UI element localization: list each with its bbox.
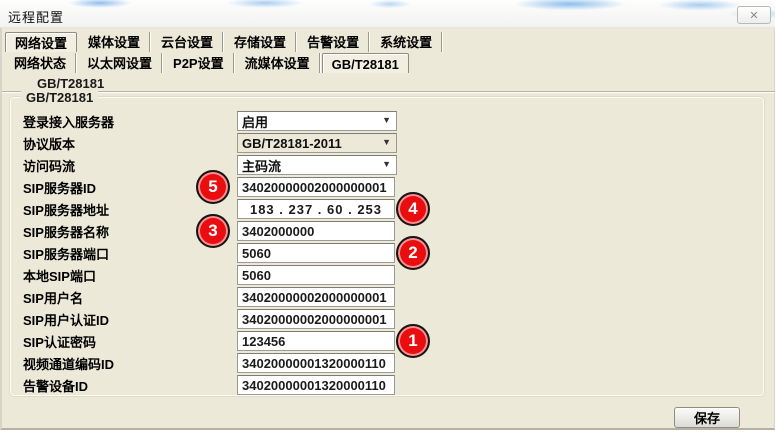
tab-network-status[interactable]: 网络状态 xyxy=(5,53,76,73)
sip-auth-password-input[interactable] xyxy=(237,331,395,351)
sip-user-auth-id-input[interactable] xyxy=(237,309,395,329)
breadcrumb: GB/T28181 xyxy=(37,76,104,91)
tab-gbt28181[interactable]: GB/T28181 xyxy=(322,53,409,73)
form-rows: 登录接入服务器 启用 ▼ 协议版本 GB/T28181-2011 ▼ 访问码流 xyxy=(11,111,763,397)
form-row: 登录接入服务器 启用 ▼ xyxy=(11,111,763,131)
field-label: 告警设备ID xyxy=(11,376,237,395)
title-bar: 远程配置 ✕ xyxy=(0,0,775,28)
tab-streaming-settings[interactable]: 流媒体设置 xyxy=(236,53,320,73)
field-label: 本地SIP端口 xyxy=(11,266,237,285)
tab-ethernet-settings[interactable]: 以太网设置 xyxy=(78,53,162,73)
protocol-version-select[interactable]: GB/T28181-2011 ▼ xyxy=(237,133,397,153)
form-row: SIP服务器名称 3 xyxy=(11,221,763,241)
tab-ptz-settings[interactable]: 云台设置 xyxy=(152,32,223,52)
field-label: SIP服务器端口 xyxy=(11,244,237,263)
field-label: SIP用户认证ID xyxy=(11,310,237,329)
secondary-tab-strip: 网络状态 以太网设置 P2P设置 流媒体设置 GB/T28181 xyxy=(5,53,411,73)
dialog-body: 网络设置 媒体设置 云台设置 存储设置 告警设置 系统设置 网络状态 以太网设置… xyxy=(0,28,775,430)
field-label: 协议版本 xyxy=(11,134,237,153)
sip-server-port-input[interactable] xyxy=(237,243,395,263)
annotation-badge-1: 1 xyxy=(396,324,430,358)
video-channel-encode-id-input[interactable] xyxy=(237,353,395,373)
groupbox-title: GB/T28181 xyxy=(21,90,98,105)
remote-config-window: 远程配置 ✕ 网络设置 媒体设置 云台设置 存储设置 告警设置 系统设置 网络状… xyxy=(0,0,775,434)
close-icon: ✕ xyxy=(749,9,758,22)
annotation-badge-5: 5 xyxy=(196,170,230,204)
form-row: SIP服务器地址 183 . 237 . 60 . 253 4 xyxy=(11,199,763,219)
separator-line xyxy=(2,91,775,92)
local-sip-port-input[interactable] xyxy=(237,265,395,285)
form-row: 协议版本 GB/T28181-2011 ▼ xyxy=(11,133,763,153)
form-row: SIP服务器ID 5 xyxy=(11,177,763,197)
form-row: SIP服务器端口 2 xyxy=(11,243,763,263)
form-row: 访问码流 主码流 ▼ xyxy=(11,155,763,175)
sip-server-name-input[interactable] xyxy=(237,221,395,241)
field-label: 登录接入服务器 xyxy=(11,112,237,131)
save-button[interactable]: 保存 xyxy=(674,407,740,428)
annotation-badge-4: 4 xyxy=(396,192,430,226)
annotation-badge-3: 3 xyxy=(196,214,230,248)
form-row: 视频通道编码ID xyxy=(11,353,763,373)
form-row: SIP认证密码 1 xyxy=(11,331,763,351)
field-label: SIP认证密码 xyxy=(11,332,237,351)
tab-network-settings[interactable]: 网络设置 xyxy=(5,32,77,52)
tab-p2p-settings[interactable]: P2P设置 xyxy=(164,53,234,73)
sip-server-id-input[interactable] xyxy=(237,177,395,197)
annotation-badge-2: 2 xyxy=(396,236,430,270)
form-row: 本地SIP端口 xyxy=(11,265,763,285)
access-stream-select[interactable]: 主码流 ▼ xyxy=(237,155,397,175)
form-row: SIP用户认证ID xyxy=(11,309,763,329)
tab-system-settings[interactable]: 系统设置 xyxy=(371,32,442,52)
tab-storage-settings[interactable]: 存储设置 xyxy=(225,32,296,52)
sip-username-input[interactable] xyxy=(237,287,395,307)
form-row: 告警设备ID xyxy=(11,375,763,395)
sip-server-address-input[interactable]: 183 . 237 . 60 . 253 xyxy=(237,199,395,219)
gbt28181-groupbox: GB/T28181 登录接入服务器 启用 ▼ 协议版本 GB/T28181-20… xyxy=(10,97,764,396)
tab-alarm-settings[interactable]: 告警设置 xyxy=(298,32,369,52)
primary-tab-strip: 网络设置 媒体设置 云台设置 存储设置 告警设置 系统设置 xyxy=(5,32,444,52)
login-access-server-select[interactable]: 启用 ▼ xyxy=(237,111,397,131)
chevron-down-icon: ▼ xyxy=(382,115,391,125)
chevron-down-icon: ▼ xyxy=(382,159,391,169)
form-row: SIP用户名 xyxy=(11,287,763,307)
alarm-device-id-input[interactable] xyxy=(237,375,395,395)
field-label: SIP用户名 xyxy=(11,288,237,307)
field-label: 视频通道编码ID xyxy=(11,354,237,373)
chevron-down-icon: ▼ xyxy=(382,137,391,147)
close-button[interactable]: ✕ xyxy=(737,6,771,24)
window-title: 远程配置 xyxy=(8,7,64,26)
tab-media-settings[interactable]: 媒体设置 xyxy=(79,32,150,52)
